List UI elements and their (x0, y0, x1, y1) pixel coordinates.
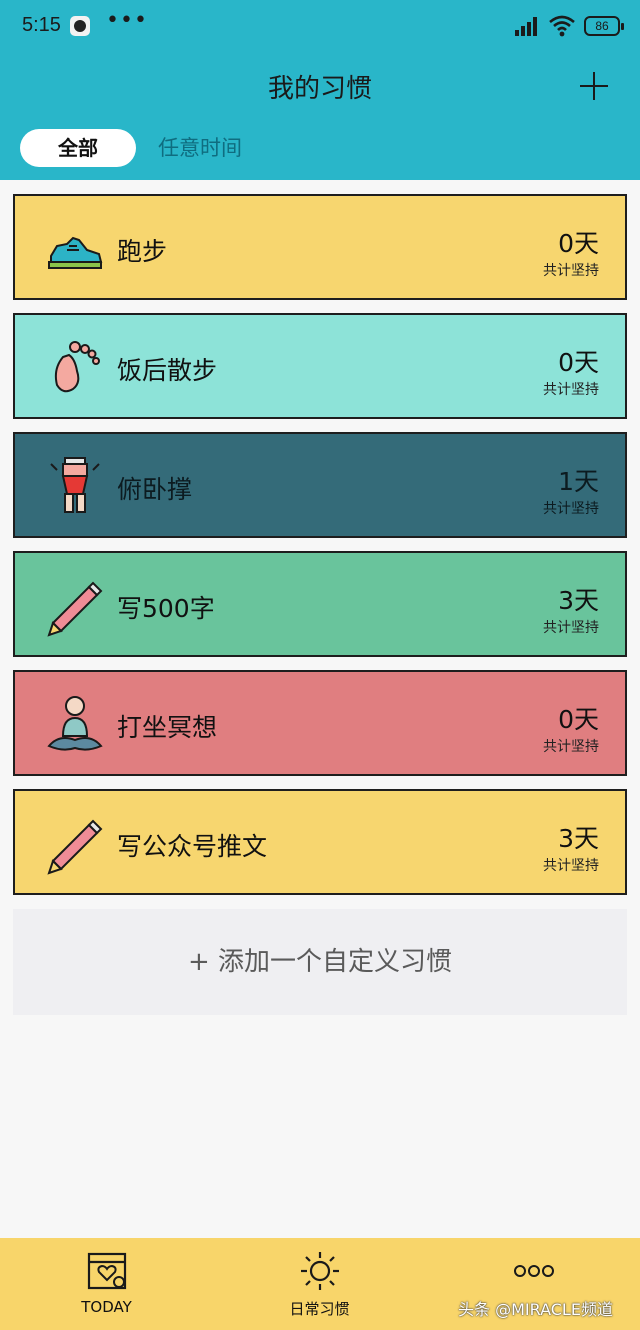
wifi-icon (549, 15, 575, 37)
page-title: 我的习惯 (267, 74, 372, 104)
habit-caption: 共计坚持 (543, 620, 599, 636)
signal-icon (515, 17, 537, 36)
habit-name: 写公众号推文 (117, 832, 268, 861)
pushup-icon (50, 457, 100, 513)
add-custom-habit-button[interactable]: + 添加一个自定义习惯 (13, 909, 627, 1015)
sneaker-icon (48, 236, 103, 269)
calendar-heart-icon (87, 1252, 127, 1290)
app-header: 5:15 ••• 86 我的习惯 全部 任意时间 (0, 0, 640, 180)
nav-today[interactable]: TODAY (0, 1238, 213, 1330)
habit-name: 打坐冥想 (117, 713, 218, 742)
habit-caption: 共计坚持 (543, 382, 599, 398)
habit-caption: 共计坚持 (543, 858, 599, 874)
meditation-icon (47, 696, 103, 751)
sun-icon (301, 1252, 339, 1290)
habit-days: 0天 (558, 705, 599, 734)
nav-label: 日常习惯 (289, 1300, 350, 1318)
habit-name: 饭后散步 (117, 356, 218, 385)
watermark: 头条 @MIRACLE频道 (458, 1300, 613, 1319)
habit-days: 1天 (558, 467, 599, 496)
tab-anytime[interactable]: 任意时间 (158, 129, 242, 167)
plus-icon[interactable] (578, 70, 610, 102)
battery-icon: 86 (584, 16, 624, 36)
habit-days: 3天 (558, 824, 599, 853)
nav-daily-habits[interactable]: 日常习惯 (213, 1238, 426, 1330)
habit-card-write500[interactable]: 写500字 3天 共计坚持 (13, 551, 627, 657)
footprint-icon (54, 341, 100, 393)
habit-caption: 共计坚持 (543, 739, 599, 755)
habit-caption: 共计坚持 (543, 501, 599, 517)
habit-days: 0天 (558, 229, 599, 258)
habit-name: 写500字 (117, 594, 215, 623)
habit-card-meditation[interactable]: 打坐冥想 0天 共计坚持 (13, 670, 627, 776)
habit-days: 3天 (558, 586, 599, 615)
habit-caption: 共计坚持 (543, 263, 599, 279)
habit-name: 俯卧撑 (117, 475, 193, 504)
more-icon (514, 1265, 554, 1277)
habit-card-pushup[interactable]: 俯卧撑 1天 共计坚持 (13, 432, 627, 538)
status-time: 5:15 (22, 14, 61, 36)
habit-card-running[interactable]: 跑步 0天 共计坚持 (13, 194, 627, 300)
nav-label: TODAY (81, 1298, 132, 1316)
more-notifications-icon: ••• (106, 8, 148, 33)
habit-days: 0天 (558, 348, 599, 377)
pencil-icon (47, 819, 103, 875)
status-bar: 5:15 ••• 86 (0, 0, 640, 56)
pencil-icon (47, 581, 103, 637)
tab-all[interactable]: 全部 (20, 129, 136, 167)
habit-card-article[interactable]: 写公众号推文 3天 共计坚持 (13, 789, 627, 895)
habit-card-walk[interactable]: 饭后散步 0天 共计坚持 (13, 313, 627, 419)
screen-record-icon (70, 16, 90, 36)
habit-name: 跑步 (117, 237, 168, 266)
